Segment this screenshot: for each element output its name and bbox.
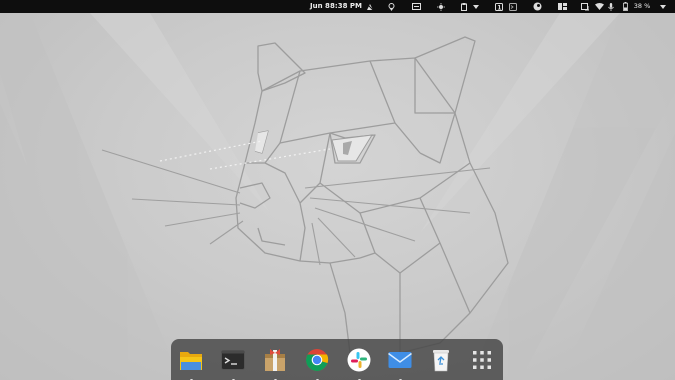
date-time-menu[interactable]: Jun 8 8:38 PM	[310, 0, 362, 13]
clipboard-icon[interactable]	[459, 0, 469, 13]
battery-icon[interactable]	[621, 0, 629, 13]
slack-icon	[347, 348, 371, 372]
dock-app-trash[interactable]	[428, 347, 454, 373]
battery-percent-label: 38 %	[633, 2, 651, 10]
archive-icon	[265, 349, 285, 371]
dock-app-slack[interactable]	[346, 347, 372, 380]
window-layout-icon[interactable]	[557, 0, 567, 13]
microphone-icon[interactable]	[606, 0, 616, 13]
terminal-icon[interactable]	[508, 0, 518, 13]
date-label: Jun 8	[310, 2, 330, 10]
dock-app-terminal[interactable]	[220, 347, 246, 380]
dock-app-archive-manager[interactable]	[262, 347, 288, 380]
top-bar: Jun 8 8:38 PM 1 38 %	[0, 0, 675, 13]
dock-app-google-chrome[interactable]	[304, 347, 330, 380]
clipboard-indicator-icon[interactable]	[410, 0, 422, 13]
screenshot-icon[interactable]	[580, 0, 590, 13]
app-grid-icon	[473, 351, 491, 369]
steam-icon[interactable]	[532, 0, 542, 13]
screen-recorder-icon[interactable]	[365, 0, 375, 13]
wifi-icon[interactable]	[594, 0, 604, 13]
dock-app-files[interactable]	[178, 347, 204, 380]
system-menu-arrow-icon[interactable]	[658, 0, 668, 13]
trash-icon	[433, 350, 449, 372]
chrome-icon	[306, 349, 329, 371]
time-label: 8:38 PM	[330, 2, 362, 10]
bracket-icon[interactable]: 1	[494, 0, 504, 13]
puma-wallpaper-art	[0, 13, 675, 380]
desktop-wallpaper	[0, 13, 675, 380]
dock	[171, 339, 503, 380]
mail-icon	[388, 352, 412, 368]
dock-app-mail[interactable]	[387, 347, 413, 380]
weather-icon[interactable]	[436, 0, 446, 13]
dropdown-arrow-icon[interactable]	[472, 0, 480, 13]
folder-icon	[180, 352, 202, 370]
show-applications-button[interactable]	[469, 347, 495, 373]
svg-text:1: 1	[497, 4, 501, 11]
location-icon[interactable]	[386, 0, 396, 13]
terminal-icon	[221, 350, 245, 370]
